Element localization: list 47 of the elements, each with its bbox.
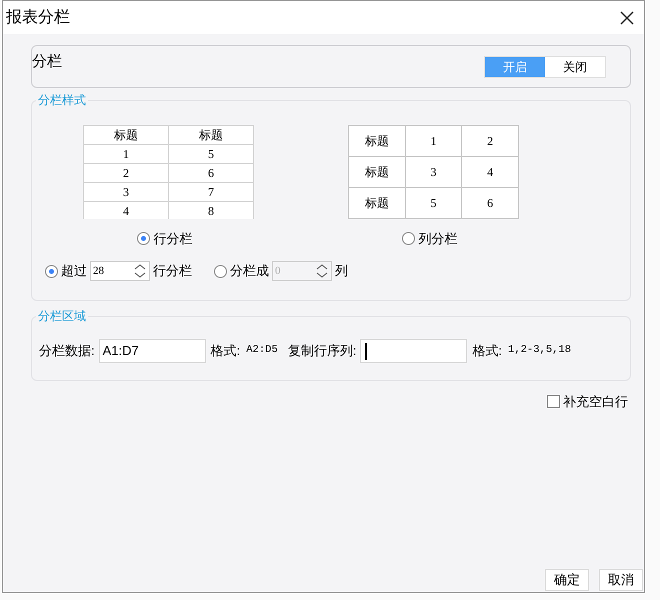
table-cell: 1	[84, 145, 169, 163]
option-label: 列	[335, 262, 348, 280]
table-cell: 标题	[349, 157, 406, 187]
format-example: 1,2-3,5,18	[508, 343, 572, 358]
group-title: 分栏样式	[36, 92, 88, 108]
dialog-button[interactable]: 取消	[599, 569, 643, 591]
checkbox[interactable]	[547, 395, 560, 408]
option-label: 行分栏	[153, 262, 192, 280]
checkbox-label: 补充空白行	[563, 393, 628, 411]
table-cell-text: 2	[486, 133, 494, 150]
table-cell: 4	[84, 202, 169, 219]
table-cell-text: 7	[207, 184, 215, 201]
option-label: 分栏成	[230, 262, 269, 280]
spinner-field[interactable]: 28	[90, 261, 150, 281]
format-label: 格式:	[210, 342, 240, 360]
toggle-option[interactable]: 关闭	[545, 56, 605, 76]
table-cell-text: 5	[207, 146, 215, 163]
table-cell: 5	[406, 188, 462, 218]
window-title: 报表分栏	[6, 8, 70, 28]
table-cell-text: 4	[486, 164, 494, 181]
table-cell: 2	[84, 164, 169, 182]
table-cell: 标题	[84, 126, 169, 144]
table-cell-text: 6	[207, 165, 215, 182]
input-field[interactable]: A1:D7	[98, 339, 206, 363]
format-example: A2:D5	[246, 343, 278, 358]
table-cell: 3	[84, 183, 169, 201]
table-cell-text: 8	[207, 203, 215, 219]
radio-button[interactable]	[136, 232, 150, 246]
radio-label: 行分栏	[154, 230, 192, 248]
field-label: 分栏数据:	[39, 342, 95, 360]
input-field[interactable]	[360, 339, 468, 363]
radio-button[interactable]	[45, 264, 58, 278]
table-cell: 3	[406, 157, 462, 187]
table-cell: 标题	[349, 188, 406, 218]
split-label: 分栏	[32, 52, 62, 72]
field-label: 复制行序列:	[288, 342, 356, 360]
format-label: 格式:	[472, 342, 502, 360]
dialog-button[interactable]: 确定	[545, 569, 589, 591]
table-cell: 标题	[349, 126, 406, 156]
radio-button[interactable]	[402, 232, 414, 246]
radio-label: 列分栏	[418, 230, 458, 248]
group-title: 分栏区域	[36, 308, 88, 324]
table-cell: 1	[406, 126, 462, 156]
table-cell-text: 6	[486, 195, 494, 212]
option-label: 超过	[61, 262, 87, 280]
table-cell-text: 标题	[198, 127, 224, 144]
close-icon[interactable]	[620, 10, 634, 24]
